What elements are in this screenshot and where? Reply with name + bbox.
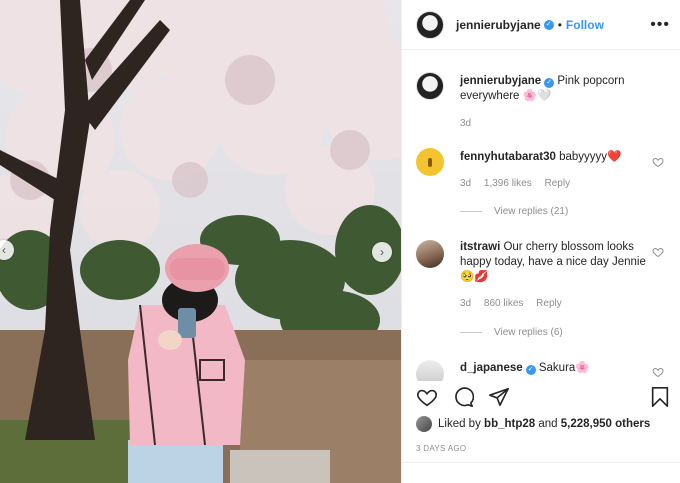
share-icon[interactable] [488, 386, 510, 408]
reply-button[interactable]: Reply [536, 298, 562, 309]
comment-likes[interactable]: 1,396 likes [484, 178, 532, 189]
comment-emoji: ❤️ [607, 151, 622, 163]
comment-age: 3d [460, 298, 472, 309]
comment-emoji: 🥺💋 [460, 271, 489, 283]
photo-illustration [0, 0, 401, 483]
arrow-right-icon: › [380, 245, 384, 259]
commenter-avatar[interactable] [416, 148, 444, 176]
add-comment-bar[interactable] [402, 462, 680, 483]
verified-icon: ✓ [543, 19, 554, 30]
view-replies-button[interactable]: View replies (21) [460, 206, 568, 217]
post-header: jennierubyjane ✓ • Follow ••• [402, 0, 680, 50]
verified-icon: ✓ [525, 365, 536, 375]
post-timestamp: 3 DAYS AGO [416, 444, 467, 453]
comment-emoji: 🌸 [575, 362, 590, 374]
liked-by: Liked by bb_htp28 and 5,228,950 others [416, 416, 650, 432]
follow-button[interactable]: Follow [566, 18, 604, 32]
next-photo-button[interactable]: › [372, 242, 392, 262]
comments-list: jennierubyjane ✓ Pink popcorn everywhere … [402, 52, 680, 381]
author-username[interactable]: jennierubyjane [456, 18, 541, 32]
caption-age: 3d [460, 118, 472, 129]
verified-icon: ✓ [544, 78, 555, 88]
heart-icon[interactable] [416, 386, 438, 408]
heart-icon[interactable] [652, 156, 664, 168]
commenter-username[interactable]: itstrawi [460, 241, 500, 253]
post-photo: ‹ › [0, 0, 401, 483]
more-icon[interactable]: ••• [650, 16, 670, 34]
comment-text: Sakura [538, 362, 576, 374]
arrow-left-icon: ‹ [2, 243, 6, 257]
commenter-username[interactable]: d_japanese [460, 362, 523, 374]
caption-emoji: 🌸🤍 [522, 90, 552, 102]
comment-age: 3d [460, 178, 472, 189]
reply-button[interactable]: Reply [545, 178, 571, 189]
author-avatar[interactable] [416, 10, 444, 39]
separator-dot: • [557, 17, 562, 32]
comment-likes[interactable]: 860 likes [484, 298, 523, 309]
comment-icon[interactable] [452, 386, 474, 408]
post-sidebar: jennierubyjane ✓ • Follow ••• jennieruby… [401, 0, 680, 483]
comment-text: babyyyyy [559, 151, 607, 163]
view-replies-button[interactable]: View replies (6) [460, 327, 563, 338]
action-bar [416, 384, 670, 412]
commenter-avatar[interactable] [416, 360, 444, 381]
caption-username[interactable]: jennierubyjane [460, 75, 541, 87]
bookmark-icon[interactable] [650, 386, 670, 408]
liker-username[interactable]: bb_htp28 [484, 418, 535, 430]
heart-icon[interactable] [652, 246, 664, 258]
caption-avatar[interactable] [416, 72, 444, 100]
commenter-avatar[interactable] [416, 240, 444, 268]
likes-count[interactable]: 5,228,950 others [561, 418, 651, 430]
heart-icon[interactable] [652, 366, 664, 378]
commenter-username[interactable]: fennyhutabarat30 [460, 151, 556, 163]
liker-avatar[interactable] [416, 416, 432, 432]
